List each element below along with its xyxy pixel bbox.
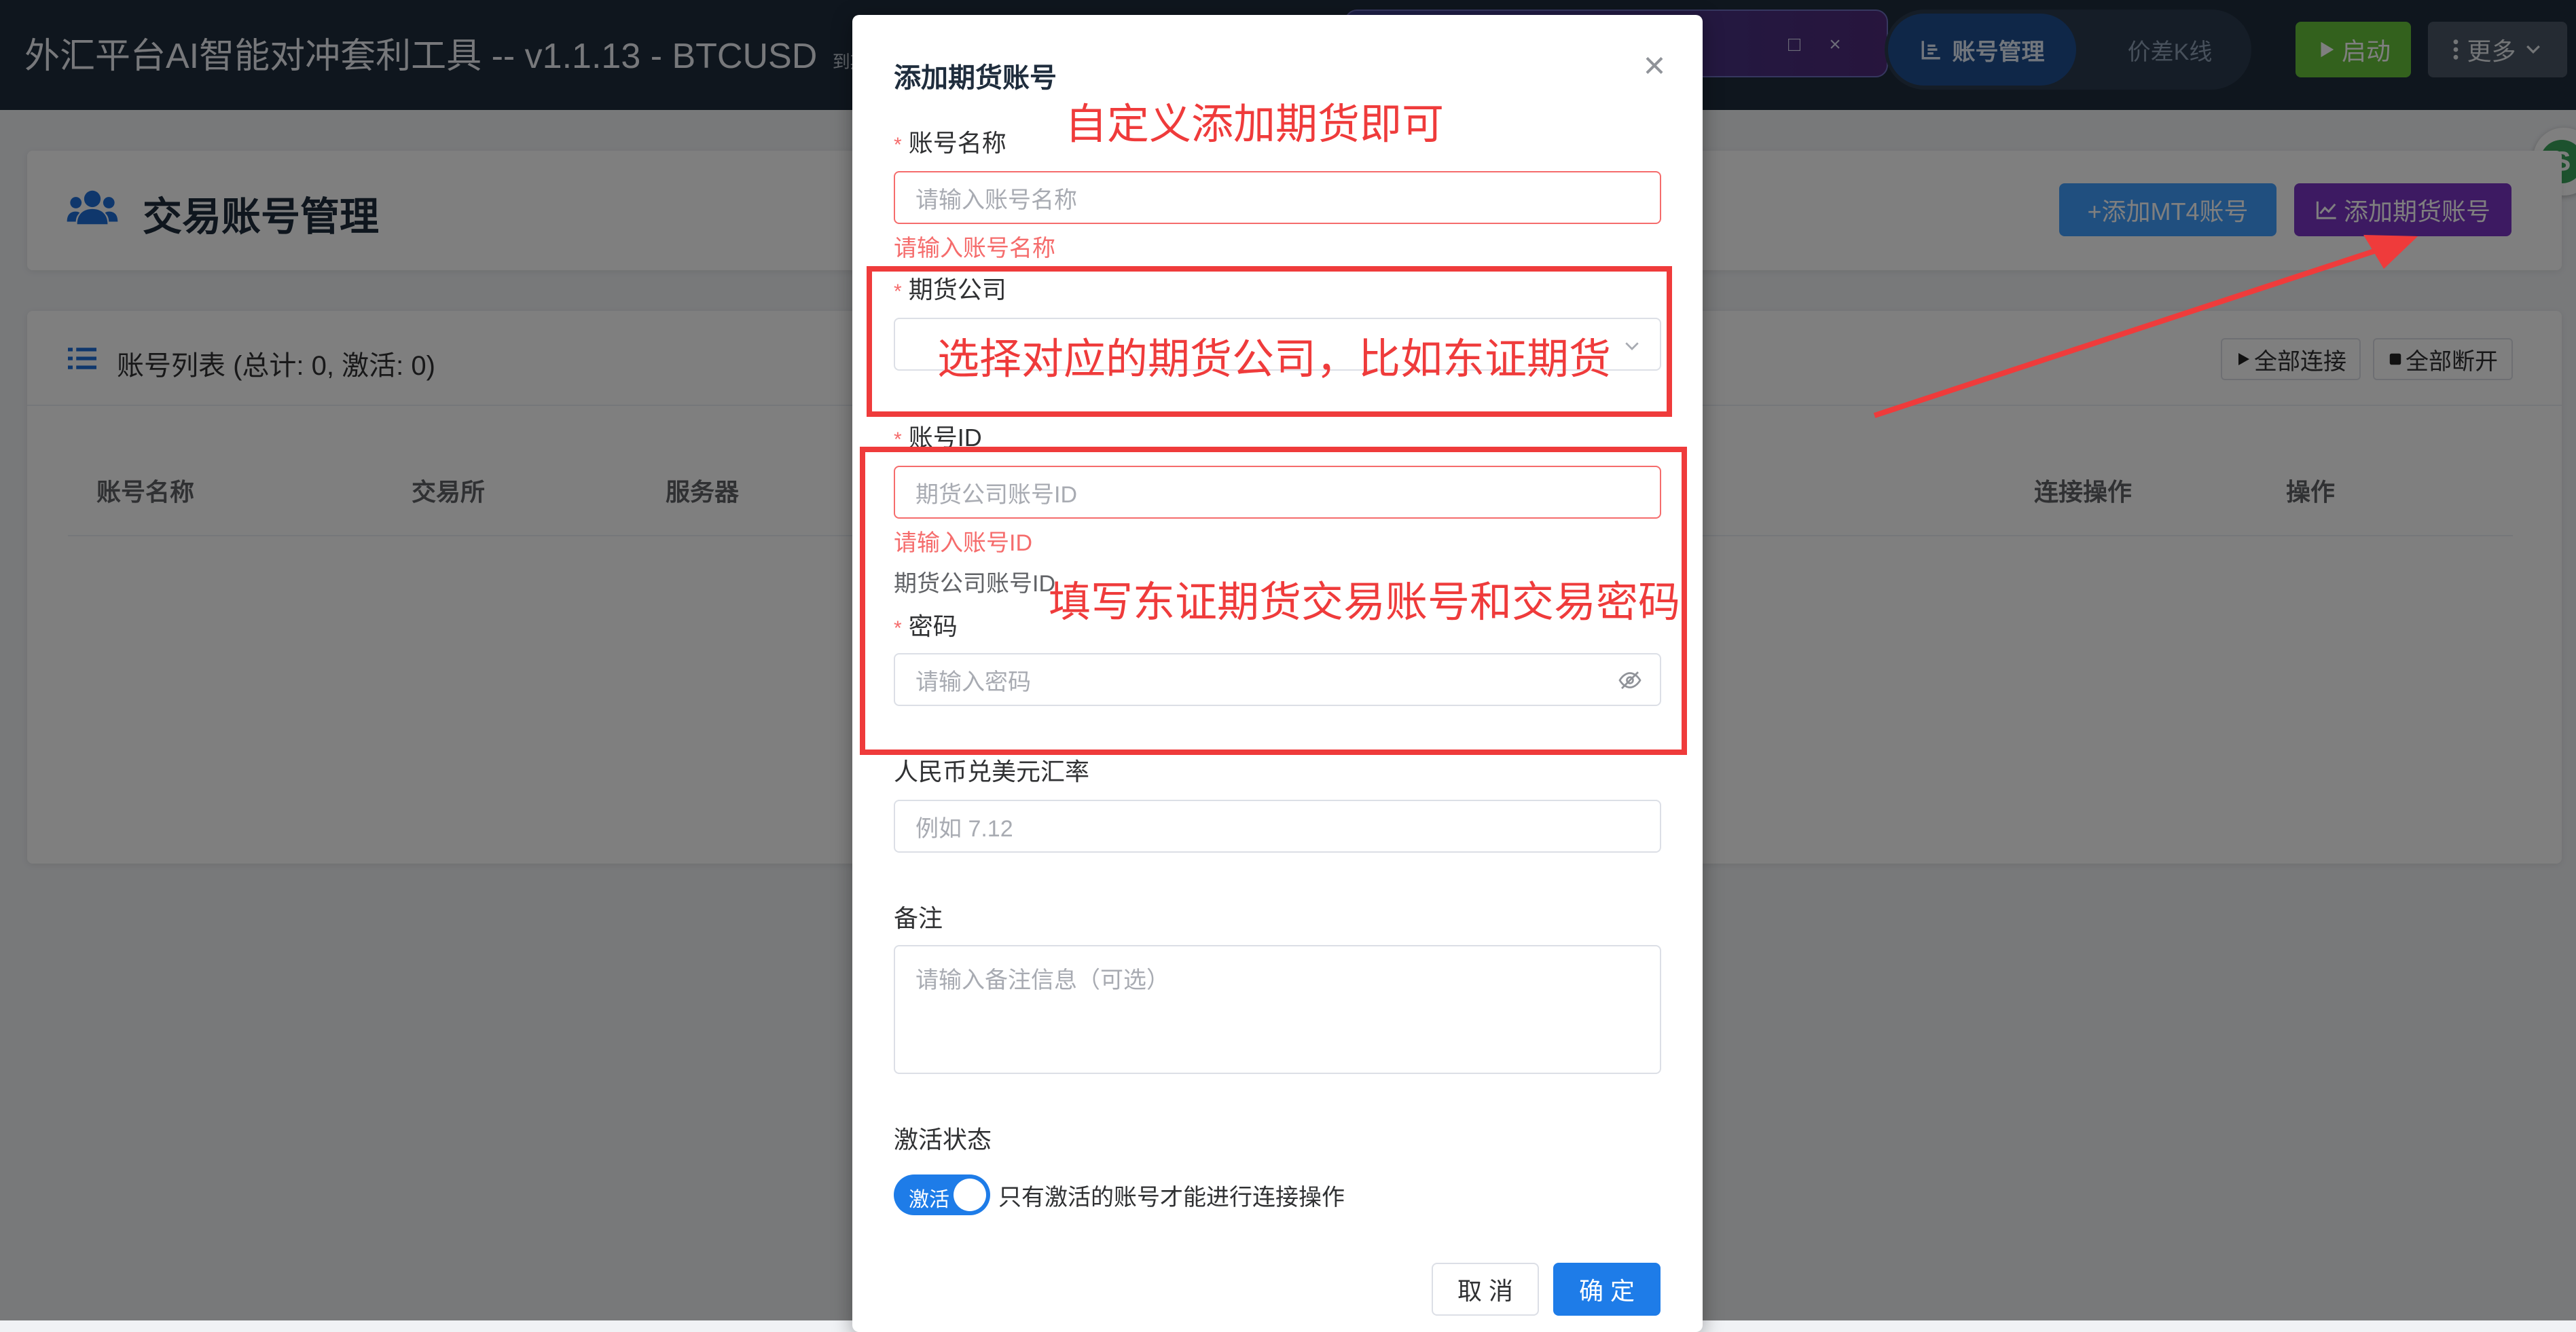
account-name-error: 请输入账号名称	[894, 236, 1055, 261]
annotation-arrow	[1873, 235, 2418, 418]
exchange-rate-label: 人民币兑美元汇率	[894, 758, 1090, 785]
close-icon[interactable]: ×	[1635, 46, 1673, 84]
active-status-label: 激活状态	[894, 1126, 992, 1153]
remark-label: 备注	[894, 904, 943, 932]
required-mark: *	[894, 134, 902, 156]
active-hint: 只有激活的账号才能进行连接操作	[998, 1185, 1345, 1210]
active-switch[interactable]: 激活	[894, 1174, 990, 1215]
account-name-input[interactable]: 请输入账号名称	[894, 171, 1661, 224]
exchange-rate-input[interactable]: 例如 7.12	[894, 800, 1661, 853]
annotation-note-3: 填写东证期货交易账号和交易密码	[1049, 579, 1681, 626]
annotation-note-1: 自定义添加期货即可	[1065, 101, 1445, 148]
annotation-note-2: 选择对应的期货公司，比如东证期货	[937, 336, 1612, 383]
remark-textarea[interactable]: 请输入备注信息（可选）	[894, 945, 1661, 1074]
dialog-title: 添加期货账号	[894, 63, 1057, 93]
cancel-button[interactable]: 取 消	[1432, 1263, 1539, 1316]
active-switch-text: 激活	[909, 1189, 949, 1211]
account-name-label-text: 账号名称	[908, 129, 1006, 157]
switch-knob	[954, 1179, 986, 1211]
confirm-button[interactable]: 确 定	[1553, 1263, 1661, 1316]
account-name-label: * 账号名称	[894, 124, 1006, 159]
